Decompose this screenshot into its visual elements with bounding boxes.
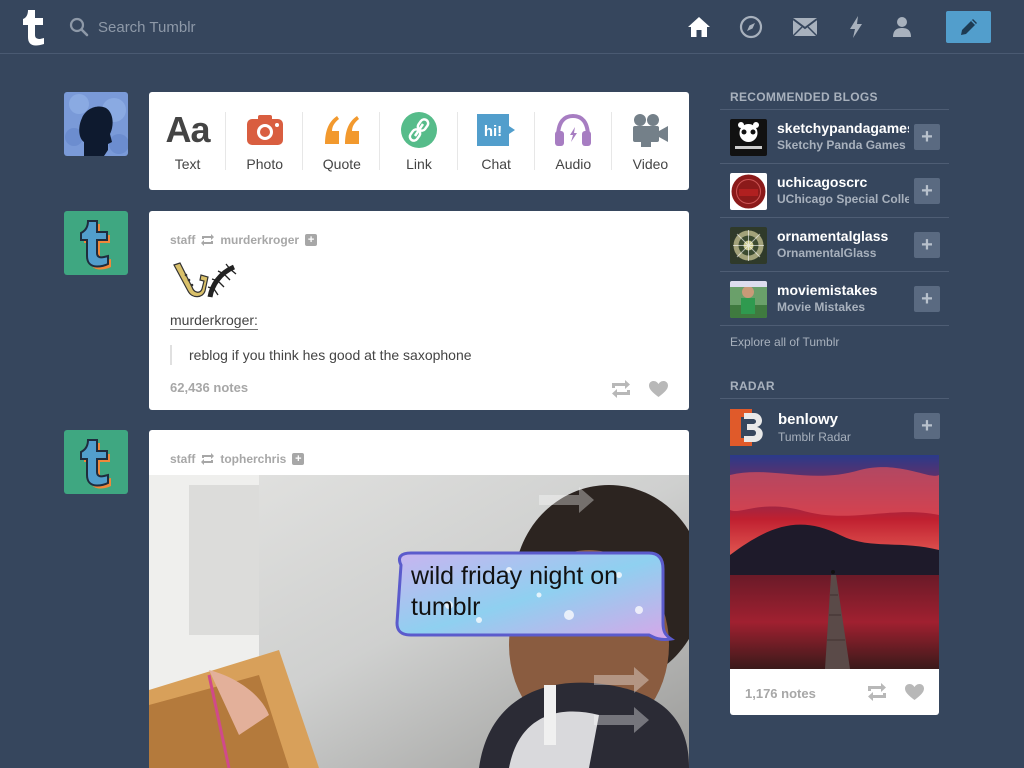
reblog-button-icon[interactable] (866, 683, 888, 701)
follow-plus-icon[interactable]: + (305, 233, 318, 246)
staff-avatar[interactable] (64, 211, 128, 275)
radar-post-card: 1,176 notes (730, 455, 939, 715)
top-bar (0, 0, 1024, 54)
post-header: staff topherchris + (149, 430, 689, 470)
radar-title: RADAR (730, 379, 775, 393)
recommended-blog-item[interactable]: sketchypandagames Sketchy Panda Games + (720, 110, 949, 164)
account-icon[interactable] (889, 14, 915, 40)
blog-avatar (730, 281, 767, 318)
reblog-icon (201, 233, 215, 246)
blog-name: moviemistakes (777, 282, 878, 298)
recommended-blog-item[interactable]: uchicagoscrc UChicago Special Collection… (720, 164, 949, 218)
blog-title: Sketchy Panda Games (777, 138, 906, 152)
reblog-icon (201, 452, 215, 465)
search-bar (68, 14, 368, 40)
recommended-blog-item[interactable]: moviemistakes Movie Mistakes + (720, 272, 949, 326)
recommended-blog-item[interactable]: ornamentalglass OrnamentalGlass + (720, 218, 949, 272)
quote-icon (321, 110, 363, 150)
photo-post-button[interactable]: Photo (226, 92, 304, 190)
staff-avatar[interactable] (64, 430, 128, 494)
audio-post-label: Audio (555, 156, 592, 172)
user-avatar[interactable] (64, 92, 128, 156)
follow-plus-icon[interactable]: + (292, 452, 305, 465)
mail-icon[interactable] (792, 14, 818, 40)
post-card: staff topherchris + wild friday night on… (149, 430, 689, 768)
like-heart-icon[interactable] (648, 380, 669, 398)
quote-post-label: Quote (322, 156, 361, 172)
radar-actions (866, 683, 925, 701)
compose-button[interactable] (946, 11, 991, 43)
svg-text:hi!: hi! (484, 123, 502, 140)
audio-post-button[interactable]: Audio (535, 92, 612, 190)
post-source-name[interactable]: murderkroger (220, 233, 299, 247)
radar-notes[interactable]: 1,176 notes (745, 686, 816, 701)
video-camera-icon (631, 110, 669, 150)
blog-name: sketchypandagames (777, 120, 909, 136)
lightning-icon[interactable] (843, 14, 869, 40)
follow-button[interactable]: + (914, 124, 940, 150)
link-post-button[interactable]: Link (380, 92, 458, 190)
photo-caption-line: tumblr (411, 593, 481, 621)
radar-blog-name[interactable]: benlowy (778, 411, 838, 428)
headphones-icon (554, 110, 592, 150)
pencil-icon (960, 19, 977, 35)
photo-caption-line: wild friday night on (411, 562, 619, 590)
blog-name: uchicagoscrc (777, 174, 868, 190)
compass-icon[interactable] (738, 14, 764, 40)
chat-post-button[interactable]: hi! Chat (458, 92, 535, 190)
follow-button[interactable]: + (914, 178, 940, 204)
video-post-button[interactable]: Video (612, 92, 689, 190)
text-post-button[interactable]: Aa Text (149, 92, 227, 190)
search-input[interactable] (98, 18, 358, 36)
quote-author-link[interactable]: murderkroger: (170, 312, 258, 330)
link-post-label: Link (406, 156, 432, 172)
blog-avatar (730, 173, 767, 210)
recommended-blogs-title: RECOMMENDED BLOGS (730, 90, 878, 104)
radar-blog-avatar[interactable] (730, 409, 767, 446)
post-notes[interactable]: 62,436 notes (170, 380, 248, 395)
quote-text: reblog if you think hes good at the saxo… (170, 345, 472, 365)
post-blog-name[interactable]: staff (170, 452, 195, 466)
follow-button[interactable]: + (914, 232, 940, 258)
link-icon (400, 110, 438, 150)
explore-link[interactable]: Explore all of Tumblr (730, 335, 839, 349)
radar-photo[interactable] (730, 455, 939, 669)
search-icon (69, 17, 89, 37)
saxophone-centipede-emoji (170, 261, 242, 304)
blog-title: OrnamentalGlass (777, 246, 877, 260)
reblog-button-icon[interactable] (610, 380, 632, 398)
blog-title: UChicago Special Collections (777, 192, 909, 206)
post-header: staff murderkroger + (149, 211, 689, 251)
post-type-bar: Aa Text Photo Quote Link hi! Chat Audio (149, 92, 689, 190)
text-icon: Aa (165, 109, 211, 150)
chat-post-label: Chat (481, 156, 511, 172)
camera-icon (246, 110, 284, 150)
text-post-label: Text (174, 156, 201, 172)
post-source-name[interactable]: topherchris (220, 452, 286, 466)
blog-avatar (730, 119, 767, 156)
blog-avatar (730, 227, 767, 264)
radar-follow-button[interactable]: + (914, 413, 940, 439)
divider (720, 398, 949, 399)
blog-title: Movie Mistakes (777, 300, 866, 314)
radar-subtitle: Tumblr Radar (778, 430, 851, 444)
follow-button[interactable]: + (914, 286, 940, 312)
blog-name: ornamentalglass (777, 228, 889, 244)
post-photo[interactable]: wild friday night on tumblr (149, 475, 689, 768)
quote-post-button[interactable]: Quote (303, 92, 381, 190)
tumblr-logo-icon[interactable] (17, 8, 49, 46)
photo-post-label: Photo (246, 156, 283, 172)
photo-caption: wild friday night on tumblr (411, 561, 661, 623)
chat-icon: hi! (475, 110, 517, 150)
video-post-label: Video (632, 156, 669, 172)
post-blog-name[interactable]: staff (170, 233, 195, 247)
home-icon[interactable] (686, 14, 712, 40)
post-card: staff murderkroger + murderkroger: reblo… (149, 211, 689, 410)
like-heart-icon[interactable] (904, 683, 925, 701)
post-actions (610, 380, 669, 398)
